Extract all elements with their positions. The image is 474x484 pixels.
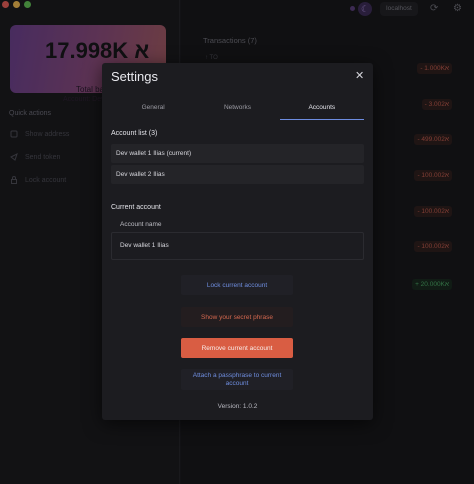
tab-general[interactable]: General bbox=[111, 102, 195, 120]
attach-passphrase-button[interactable]: Attach a passphrase to current account bbox=[181, 369, 293, 390]
account-name-input[interactable]: Dev wallet 1 Ilias bbox=[120, 242, 169, 249]
tab-networks[interactable]: Networks bbox=[195, 102, 279, 120]
version-label: Version: 1.0.2 bbox=[217, 403, 258, 410]
settings-modal: Settings ✕ General Networks Accounts Acc… bbox=[102, 63, 373, 420]
settings-tabs: General Networks Accounts bbox=[111, 102, 364, 120]
show-secret-phrase-button[interactable]: Show your secret phrase bbox=[181, 307, 293, 327]
current-account-title: Current account bbox=[111, 204, 161, 211]
account-list-title: Account list (3) bbox=[111, 130, 158, 137]
app-window: 17.998K א Total balan Account: Dev wall … bbox=[0, 0, 474, 484]
tab-accounts[interactable]: Accounts bbox=[279, 102, 364, 120]
remove-account-button[interactable]: Remove current account bbox=[181, 338, 293, 358]
account-list-item[interactable]: Dev wallet 1 Ilias (current) bbox=[111, 144, 364, 163]
close-icon[interactable]: ✕ bbox=[355, 71, 364, 82]
account-name-label: Account name bbox=[118, 221, 164, 228]
lock-account-button[interactable]: Lock current account bbox=[181, 275, 293, 295]
modal-title: Settings bbox=[111, 69, 158, 84]
account-list-item[interactable]: Dev wallet 2 Ilias bbox=[111, 165, 364, 184]
